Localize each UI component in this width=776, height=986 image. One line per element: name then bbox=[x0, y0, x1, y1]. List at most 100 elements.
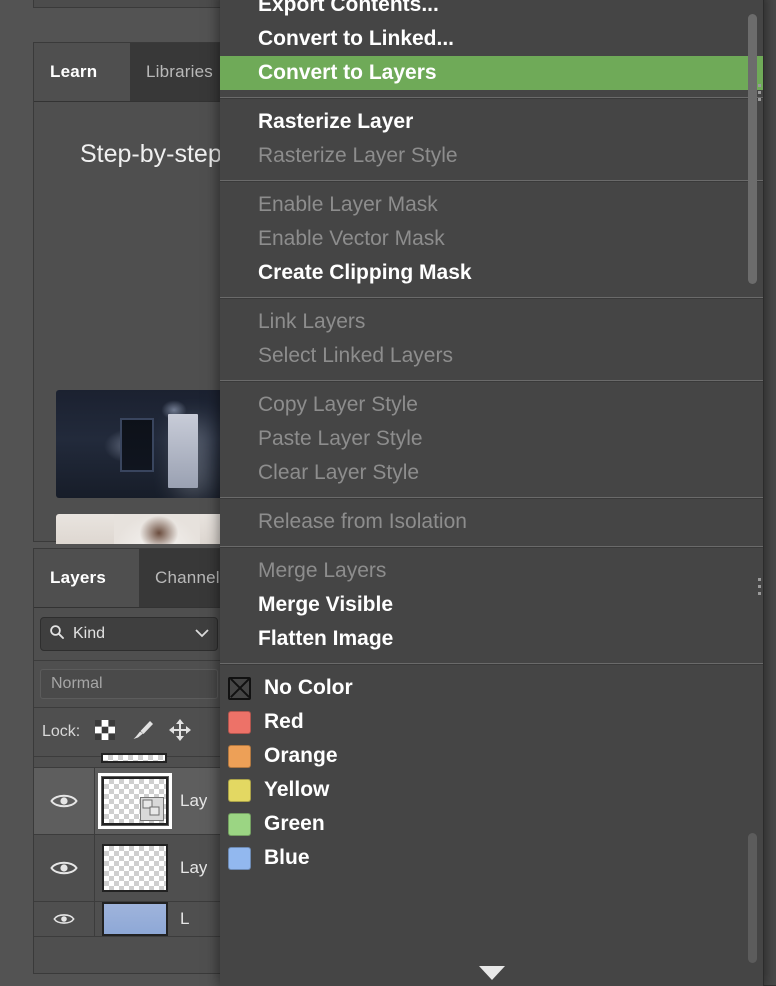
eye-icon bbox=[50, 912, 78, 926]
menu-item-copy-layer-style: Copy Layer Style bbox=[220, 388, 763, 422]
no-color-swatch-icon bbox=[228, 677, 251, 700]
menu-item-label: Flatten Image bbox=[258, 627, 393, 651]
learn-panel-tabbar: Learn Libraries bbox=[34, 43, 224, 102]
menu-item-merge-visible[interactable]: Merge Visible bbox=[220, 588, 763, 622]
blend-mode-value: Normal bbox=[51, 675, 103, 693]
menu-item-select-linked-layers: Select Linked Layers bbox=[220, 339, 763, 373]
menu-separator bbox=[220, 497, 763, 498]
menu-item-label: Link Layers bbox=[258, 310, 365, 334]
layer-thumbnail[interactable] bbox=[102, 777, 168, 825]
tab-layers-label: Layers bbox=[50, 568, 106, 588]
menu-item-flatten-image[interactable]: Flatten Image bbox=[220, 622, 763, 656]
tab-libraries-label: Libraries bbox=[146, 62, 213, 82]
table-row[interactable]: L bbox=[34, 902, 224, 937]
menu-item-label: Clear Layer Style bbox=[258, 461, 419, 485]
move-lock-icon[interactable] bbox=[168, 718, 192, 747]
menu-item-merge-layers: Merge Layers bbox=[220, 554, 763, 588]
flowers-image bbox=[56, 514, 224, 544]
menu-item-orange[interactable]: Orange bbox=[220, 739, 763, 773]
menu-item-rasterize-layer[interactable]: Rasterize Layer bbox=[220, 105, 763, 139]
menu-separator bbox=[220, 380, 763, 381]
menu-item-red[interactable]: Red bbox=[220, 705, 763, 739]
menu-item-label: Convert to Linked... bbox=[258, 27, 454, 51]
tab-layers[interactable]: Layers bbox=[34, 549, 139, 607]
smart-object-badge-icon bbox=[140, 797, 164, 821]
blend-mode-select[interactable]: Normal bbox=[40, 669, 218, 699]
menu-item-label: Merge Visible bbox=[258, 593, 393, 617]
layer-row-partial-above bbox=[34, 757, 224, 768]
transparency-lock-icon[interactable] bbox=[94, 719, 116, 746]
menu-item-enable-layer-mask: Enable Layer Mask bbox=[220, 188, 763, 222]
search-icon bbox=[49, 624, 65, 645]
layers-panel-tabbar: Layers Channels bbox=[34, 549, 224, 608]
right-panel-dock bbox=[762, 0, 776, 986]
menu-item-label: Release from Isolation bbox=[258, 510, 467, 534]
layer-name: Lay bbox=[180, 858, 207, 878]
red-swatch-icon bbox=[228, 711, 251, 734]
menu-item-label: Paste Layer Style bbox=[258, 427, 423, 451]
menu-item-convert-to-linked[interactable]: Convert to Linked... bbox=[220, 22, 763, 56]
menu-item-label: Green bbox=[264, 812, 325, 836]
menu-item-no-color[interactable]: No Color bbox=[220, 671, 763, 705]
lock-row: Lock: bbox=[34, 708, 224, 757]
layer-name: Lay bbox=[180, 791, 207, 811]
menu-item-convert-to-layers[interactable]: Convert to Layers bbox=[220, 56, 763, 90]
context-menu-scrollbar-lower[interactable] bbox=[748, 833, 757, 963]
flowers-tutorial-thumbnail[interactable] bbox=[56, 514, 224, 544]
photoshop-window: Learn Libraries Step-by-step tutorials bbox=[0, 0, 776, 986]
layer-name: L bbox=[180, 909, 189, 929]
menu-item-release-from-isolation: Release from Isolation bbox=[220, 505, 763, 539]
chevron-down-icon bbox=[195, 625, 209, 643]
menu-item-label: No Color bbox=[264, 676, 353, 700]
menu-separator bbox=[220, 97, 763, 98]
menu-item-label: Export Contents... bbox=[258, 0, 439, 17]
layer-filter-kind-select[interactable]: Kind bbox=[40, 617, 218, 651]
layer-visibility-toggle[interactable] bbox=[34, 835, 95, 901]
table-row[interactable]: Lay bbox=[34, 835, 224, 902]
triangle-down-icon[interactable] bbox=[479, 966, 505, 980]
menu-item-label: Blue bbox=[264, 846, 310, 870]
learn-panel-body: Step-by-step tutorials bbox=[34, 102, 224, 544]
dark-room-image bbox=[56, 390, 224, 498]
menu-separator bbox=[220, 546, 763, 547]
menu-item-label: Convert to Layers bbox=[258, 61, 437, 85]
menu-item-export-contents[interactable]: Export Contents... bbox=[220, 0, 763, 22]
menu-item-label: Yellow bbox=[264, 778, 329, 802]
menu-separator bbox=[220, 297, 763, 298]
brush-lock-icon[interactable] bbox=[130, 718, 154, 747]
eye-icon bbox=[50, 859, 78, 877]
menu-item-label: Merge Layers bbox=[258, 559, 386, 583]
menu-item-create-clipping-mask[interactable]: Create Clipping Mask bbox=[220, 256, 763, 290]
right-dock-panel-column: Learn Libraries Step-by-step tutorials bbox=[33, 0, 225, 986]
layer-thumbnail-partial bbox=[101, 753, 167, 763]
context-menu-items: Export Contents... Convert to Linked... … bbox=[220, 0, 763, 875]
layer-thumbnail[interactable] bbox=[102, 844, 168, 892]
layers-context-menu[interactable]: Export Contents... Convert to Linked... … bbox=[220, 0, 764, 986]
menu-item-rasterize-layer-style: Rasterize Layer Style bbox=[220, 139, 763, 173]
layer-list: Lay Lay bbox=[34, 757, 224, 937]
lock-label: Lock: bbox=[42, 723, 80, 741]
menu-item-green[interactable]: Green bbox=[220, 807, 763, 841]
tab-learn-label: Learn bbox=[50, 62, 97, 82]
layer-visibility-toggle[interactable] bbox=[34, 768, 95, 834]
green-swatch-icon bbox=[228, 813, 251, 836]
menu-item-enable-vector-mask: Enable Vector Mask bbox=[220, 222, 763, 256]
menu-item-label: Enable Layer Mask bbox=[258, 193, 438, 217]
yellow-swatch-icon bbox=[228, 779, 251, 802]
menu-item-link-layers: Link Layers bbox=[220, 305, 763, 339]
orange-swatch-icon bbox=[228, 745, 251, 768]
panel-stub-above-learn bbox=[33, 0, 225, 8]
blend-mode-row: Normal bbox=[34, 661, 224, 708]
dark-room-tutorial-thumbnail[interactable] bbox=[56, 390, 224, 498]
layer-visibility-toggle[interactable] bbox=[34, 902, 95, 936]
table-row[interactable]: Lay bbox=[34, 768, 224, 835]
layer-filter-kind-value: Kind bbox=[73, 625, 105, 643]
tab-learn[interactable]: Learn bbox=[34, 43, 130, 101]
layer-thumbnail[interactable] bbox=[102, 902, 168, 936]
menu-item-label: Copy Layer Style bbox=[258, 393, 418, 417]
tab-channels[interactable]: Channels bbox=[139, 549, 225, 607]
menu-item-blue[interactable]: Blue bbox=[220, 841, 763, 875]
menu-item-label: Select Linked Layers bbox=[258, 344, 453, 368]
context-menu-scrollbar[interactable] bbox=[748, 14, 757, 284]
menu-item-yellow[interactable]: Yellow bbox=[220, 773, 763, 807]
